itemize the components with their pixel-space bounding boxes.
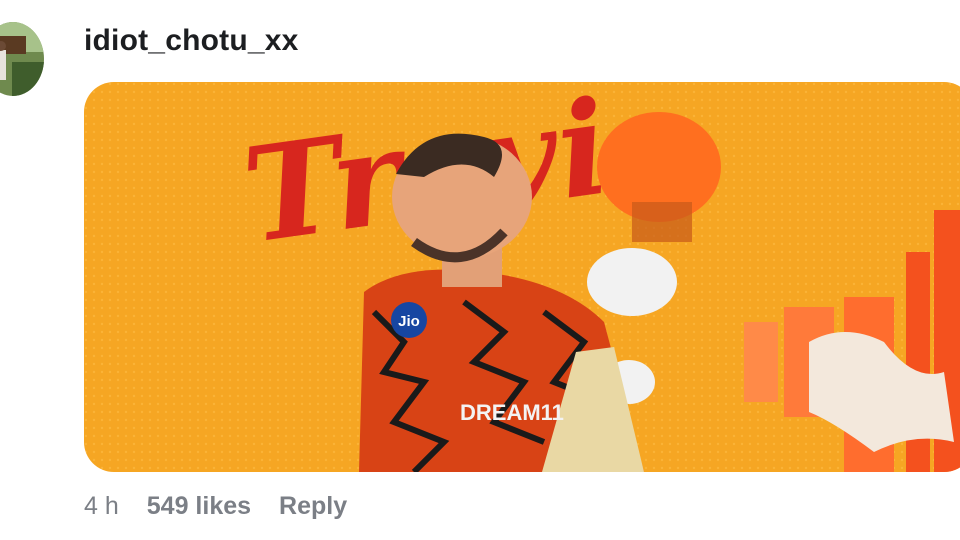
comment-image[interactable]: Travis Jio DREAM11 [84, 82, 960, 472]
comment-username[interactable]: idiot_chotu_xx [84, 24, 299, 58]
comment-time: 4 h [84, 492, 119, 520]
likes-count[interactable]: 549 likes [147, 492, 251, 521]
comment-meta: 4 h 549 likes Reply [84, 492, 347, 521]
jersey-logo-text: Jio [398, 313, 420, 330]
cricket-player-poster: Travis Jio DREAM11 [84, 82, 960, 472]
reply-button[interactable]: Reply [279, 492, 347, 521]
jersey-logo-badge: Jio [391, 302, 427, 338]
avatar-photo [0, 22, 44, 96]
jersey-sponsor-text: DREAM11 [460, 400, 564, 425]
user-avatar[interactable] [0, 22, 44, 96]
